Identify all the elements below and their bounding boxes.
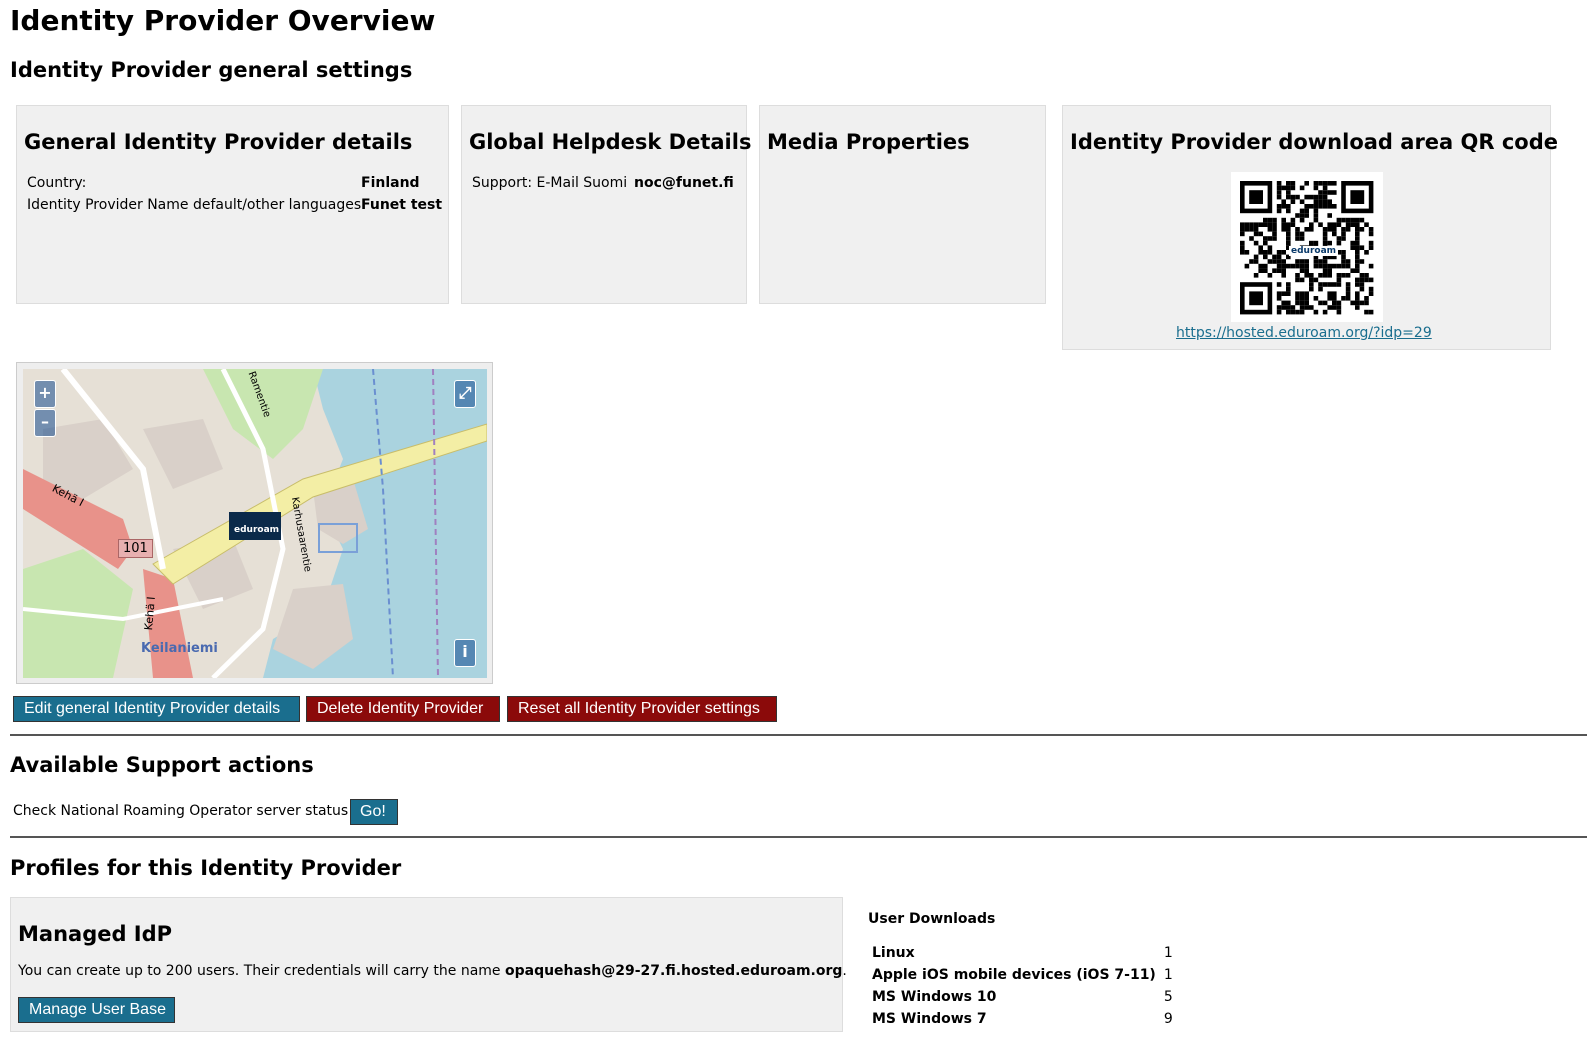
table-row: MS Windows 10 5: [868, 986, 1177, 1008]
managed-idp-description: You can create up to 200 users. Their cr…: [18, 963, 501, 979]
qr-logo-text: eduroam: [1289, 246, 1339, 256]
media-card: Media Properties: [759, 105, 1046, 304]
idp-name-label: Identity Provider Name default/other lan…: [27, 197, 362, 213]
country-label: Country:: [27, 175, 87, 191]
edit-idp-button[interactable]: Edit general Identity Provider details: [13, 696, 300, 722]
table-row: Apple iOS mobile devices (iOS 7-11) 1: [868, 964, 1177, 986]
profiles-heading: Profiles for this Identity Provider: [10, 856, 402, 880]
map-label-district: Keilaniemi: [141, 641, 218, 656]
reset-idp-button[interactable]: Reset all Identity Provider settings: [507, 696, 777, 722]
download-os: Linux: [872, 945, 915, 961]
managed-idp-title: Managed IdP: [18, 922, 173, 946]
general-details-title: General Identity Provider details: [24, 130, 413, 154]
map-label-route: 101: [118, 539, 153, 558]
qr-card: Identity Provider download area QR code …: [1062, 105, 1558, 350]
managed-idp-period: .: [842, 963, 847, 979]
table-row: MS Windows 7 9: [868, 1008, 1177, 1030]
download-count: 1: [1163, 945, 1173, 961]
page-title: Identity Provider Overview: [10, 4, 436, 37]
delete-idp-button[interactable]: Delete Identity Provider: [306, 696, 500, 722]
helpdesk-email: noc@funet.fi: [634, 175, 734, 191]
qr-title: Identity Provider download area QR code: [1070, 130, 1559, 154]
download-count: 1: [1163, 967, 1173, 983]
map-marker-eduroam[interactable]: eduroam: [234, 525, 279, 535]
map-container: Kehä I 101 Kehä I Keilaniemi Ramentie Ka…: [16, 362, 493, 684]
zoom-in-button[interactable]: +: [34, 380, 56, 408]
fullscreen-button[interactable]: ⤢: [454, 380, 476, 408]
map[interactable]: Kehä I 101 Kehä I Keilaniemi Ramentie Ka…: [23, 369, 487, 678]
separator-1: [10, 734, 1587, 736]
managed-idp-text: You can create up to 200 users. Their cr…: [18, 963, 847, 979]
general-details-card: General Identity Provider details Countr…: [16, 105, 449, 304]
download-os: MS Windows 7: [872, 1011, 987, 1027]
download-os: Apple iOS mobile devices (iOS 7-11): [872, 967, 1156, 983]
download-count: 9: [1163, 1011, 1173, 1027]
download-os: MS Windows 10: [872, 989, 997, 1005]
download-count: 5: [1163, 989, 1173, 1005]
check-status-label: Check National Roaming Operator server s…: [13, 803, 349, 819]
helpdesk-title: Global Helpdesk Details: [469, 130, 752, 154]
managed-idp-realm: opaquehash@29-27.fi.hosted.eduroam.org: [504, 963, 843, 979]
download-area-link[interactable]: https://hosted.eduroam.org/?idp=29: [1176, 325, 1432, 341]
media-title: Media Properties: [767, 130, 970, 154]
manage-user-base-button[interactable]: Manage User Base: [18, 997, 175, 1023]
user-downloads-heading: User Downloads: [868, 911, 996, 927]
country-value: Finland: [361, 175, 420, 191]
idp-name-value: Funet test: [361, 197, 443, 213]
separator-2: [10, 836, 1587, 838]
helpdesk-card: Global Helpdesk Details Support: E-Mail …: [461, 105, 751, 304]
map-info-button[interactable]: i: [454, 639, 476, 667]
go-button[interactable]: Go!: [350, 799, 398, 825]
helpdesk-label: Support: E-Mail Suomi: [472, 175, 628, 191]
managed-idp-card: Managed IdP You can create up to 200 use…: [10, 897, 847, 1032]
zoom-out-button[interactable]: –: [34, 409, 56, 437]
user-downloads-table: Linux 1 Apple iOS mobile devices (iOS 7-1…: [868, 942, 1177, 1030]
general-settings-heading: Identity Provider general settings: [10, 58, 413, 82]
support-heading: Available Support actions: [10, 753, 314, 777]
qr-code: eduroam: [1231, 172, 1383, 322]
table-row: Linux 1: [868, 942, 1177, 964]
